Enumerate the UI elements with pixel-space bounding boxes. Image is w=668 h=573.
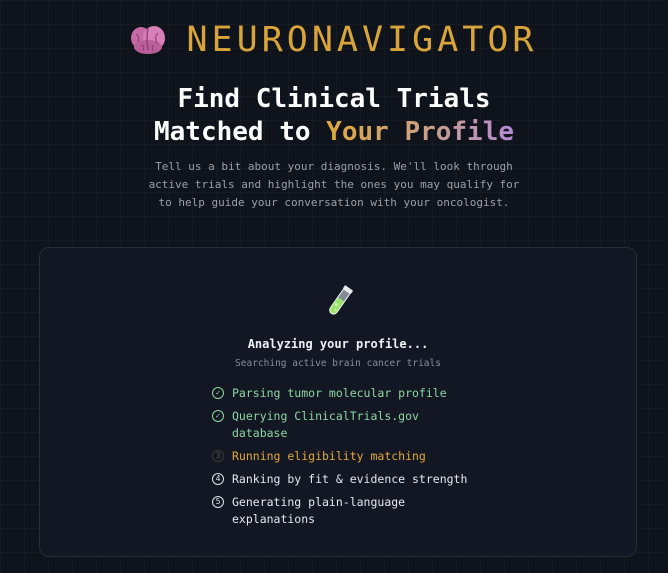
brain-icon — [131, 26, 166, 54]
hero-title-prefix: Matched to — [153, 117, 327, 147]
brand-lockup: NEURONAVIGATOR — [130, 18, 537, 62]
step-label-line: Generating plain-language — [232, 495, 406, 509]
step-number-4-icon: 4 — [212, 473, 224, 485]
brand-header: NEURONAVIGATOR — [0, 18, 668, 62]
step-label-line: explanations — [232, 512, 316, 526]
step-label: Parsing tumor molecular profile — [232, 385, 447, 402]
step-label-line: Ranking by fit & evidence strength — [232, 472, 468, 486]
step-number-3-icon: 3 — [212, 450, 224, 462]
step-label-line: database — [232, 426, 288, 440]
progress-steps: ✓ Parsing tumor molecular profile ✓ Quer… — [212, 385, 542, 534]
step-label-line: Running eligibility matching — [232, 449, 426, 463]
hero-subtitle-line: active trials and highlight the ones you… — [148, 178, 520, 191]
step-ranking: 4 Ranking by fit & evidence strength — [212, 471, 542, 488]
hero-title-highlight: Your Profile — [326, 117, 515, 147]
hero-title: Find Clinical Trials Matched to Your Pro… — [0, 83, 668, 149]
step-label-line: Parsing tumor molecular profile — [232, 386, 447, 400]
check-circle-icon: ✓ — [212, 410, 224, 422]
status-title: Analyzing your profile... — [247, 337, 429, 351]
status-subtitle: Searching active brain cancer trials — [235, 358, 441, 369]
hero-subtitle-line: Tell us a bit about your diagnosis. We'l… — [155, 160, 513, 173]
analysis-card: Analyzing your profile... Searching acti… — [39, 247, 637, 557]
hero-title-line-1: Find Clinical Trials — [177, 84, 491, 114]
step-querying-database: ✓ Querying ClinicalTrials.gov database — [212, 408, 542, 442]
step-number-5-icon: 5 — [212, 496, 224, 508]
check-circle-icon: ✓ — [212, 387, 224, 399]
test-tube-icon — [329, 285, 353, 315]
step-parsing-profile: ✓ Parsing tumor molecular profile — [212, 385, 542, 402]
step-label-line: Querying ClinicalTrials.gov — [232, 409, 419, 423]
step-generating-explanations: 5 Generating plain-language explanations — [212, 494, 542, 528]
brand-name: NEURONAVIGATOR — [186, 20, 538, 60]
step-label: Running eligibility matching — [232, 448, 426, 465]
step-label: Generating plain-language explanations — [232, 494, 405, 528]
hero-subtitle-line: to help guide your conversation with you… — [158, 196, 510, 209]
hero-title-line-2: Matched to Your Profile — [0, 116, 668, 149]
step-label: Ranking by fit & evidence strength — [232, 471, 467, 488]
hero-subtitle: Tell us a bit about your diagnosis. We'l… — [0, 158, 668, 212]
step-label: Querying ClinicalTrials.gov database — [232, 408, 419, 442]
step-eligibility-matching: 3 Running eligibility matching — [212, 448, 542, 465]
